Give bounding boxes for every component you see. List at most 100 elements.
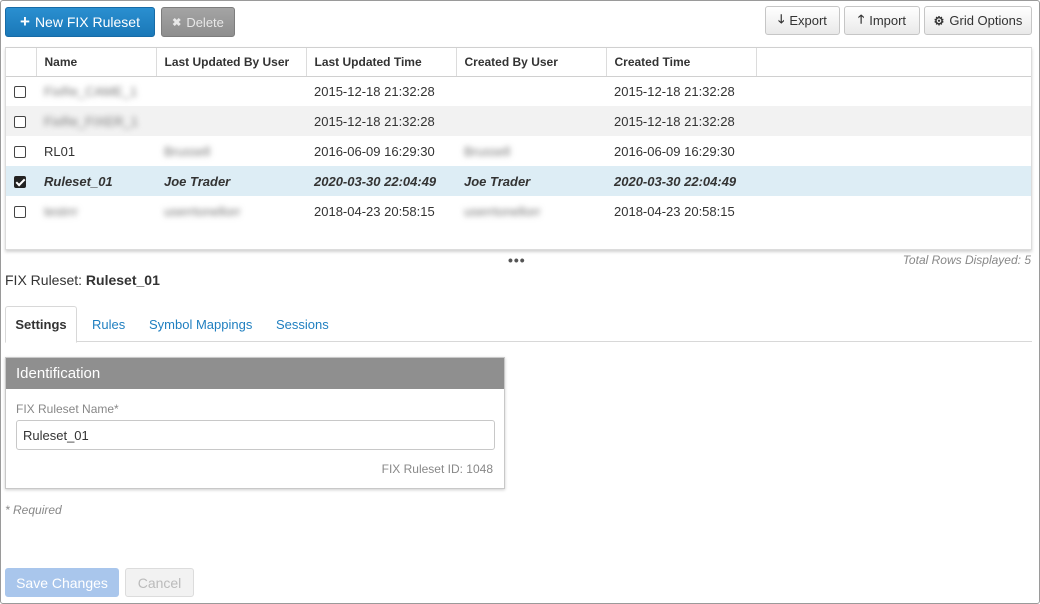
cell-last-updated-time-text: 2015-12-18 21:32:28 [314, 113, 435, 129]
ruleset-name-label: FIX Ruleset Name* [16, 402, 119, 416]
table-row[interactable]: FixRe_CAME_1 2015-12-18 21:32:28 2015-12-1… [6, 76, 1031, 106]
header-last-updated-by[interactable]: Last Updated By User [156, 48, 307, 77]
cell-last-updated-time-text: 2018-04-23 20:58:15 [314, 203, 435, 219]
row-select-cell [6, 166, 36, 196]
cell-created-by [456, 76, 606, 106]
cell-last-updated-by-text: Brussell [164, 143, 211, 159]
title-ruleset-name: Ruleset_01 [85, 272, 160, 288]
row-checkbox[interactable] [14, 206, 26, 219]
row-checkbox[interactable] [14, 116, 26, 129]
ruleset-name-input[interactable] [16, 420, 495, 450]
cell-last-updated-time-text: 2016-06-09 16:29:30 [314, 143, 435, 159]
cell-created-time-text: 2015-12-18 21:32:28 [614, 113, 735, 129]
cell-created-time: 2016-06-09 16:29:30 [606, 136, 756, 166]
tab-sessions[interactable]: Sessions [276, 306, 329, 342]
cell-last-updated-time: 2016-06-09 16:29:30 [306, 136, 456, 166]
cell-last-updated-by [156, 106, 306, 136]
table-row[interactable]: testrrr userrtonellorr 2018-04-23 20:58:15… [6, 196, 1031, 226]
export-button[interactable]: 🡓 Export [765, 6, 840, 35]
required-note: * Required [5, 503, 62, 517]
row-select-cell [6, 196, 36, 226]
cell-filler [756, 196, 1031, 226]
header-name[interactable]: Name [36, 48, 157, 77]
table-row[interactable]: RL01 Brussell 2016-06-09 16:29:30 Brussell 2… [6, 136, 1031, 166]
cell-name: FixRe_FIXER_1 [36, 106, 156, 136]
more-indicator[interactable]: ••• [508, 252, 526, 268]
ruleset-id-text: FIX Ruleset ID: 1048 [381, 462, 493, 476]
cell-filler [756, 76, 1031, 106]
cancel-button[interactable]: Cancel [125, 568, 194, 597]
cell-last-updated-time-text: 2015-12-18 21:32:28 [314, 83, 435, 99]
cell-name: RL01 [36, 136, 156, 166]
row-select-cell [6, 106, 36, 136]
cell-last-updated-time-text: 2020-03-30 22:04:49 [314, 173, 437, 189]
header-created-time[interactable]: Created Time [606, 48, 757, 77]
rulesets-table: Name Last Updated By User Last Updated T… [6, 48, 1031, 226]
cell-created-by [456, 106, 606, 136]
table-row[interactable]: FixRe_FIXER_1 2015-12-18 21:32:28 2015-12-… [6, 106, 1031, 136]
cell-last-updated-by: Joe Trader [156, 166, 306, 196]
cell-created-by: Joe Trader [456, 166, 606, 196]
cell-name-text: RL01 [44, 143, 76, 159]
cell-filler [756, 166, 1031, 196]
grid-options-button[interactable]: ⚙ Grid Options [924, 6, 1032, 35]
cell-created-time-text: 2020-03-30 22:04:49 [614, 173, 737, 189]
cell-name: testrrr [36, 196, 156, 226]
arrow-up-icon: 🡑 [857, 12, 865, 26]
cell-last-updated-time: 2015-12-18 21:32:28 [306, 106, 456, 136]
cell-created-time-text: 2015-12-18 21:32:28 [614, 83, 735, 99]
cell-created-by-text: userrtonellorr [464, 203, 541, 219]
new-fix-ruleset-button[interactable]: + New FIX Ruleset [5, 7, 155, 37]
cell-created-by: Brussell [456, 136, 606, 166]
cell-name-text: Ruleset_01 [44, 173, 113, 189]
tab-rules[interactable]: Rules [92, 306, 125, 342]
header-created-by[interactable]: Created By User [456, 48, 607, 77]
cell-created-time: 2020-03-30 22:04:49 [606, 166, 756, 196]
table-header-row: Name Last Updated By User Last Updated T… [6, 48, 1031, 77]
cell-created-time: 2018-04-23 20:58:15 [606, 196, 756, 226]
cell-name-text: testrrr [44, 203, 78, 219]
cell-last-updated-time: 2020-03-30 22:04:49 [306, 166, 456, 196]
rulesets-grid: Name Last Updated By User Last Updated T… [5, 47, 1032, 250]
row-select-cell [6, 76, 36, 106]
cell-last-updated-by: Brussell [156, 136, 306, 166]
cell-name-text: FixRe_CAME_1 [44, 83, 138, 99]
new-fix-ruleset-label: New FIX Ruleset [34, 14, 140, 30]
cell-name: FixRe_CAME_1 [36, 76, 156, 106]
import-label: Import [869, 13, 907, 28]
detail-tabs: Settings Rules Symbol Mappings Sessions [5, 306, 1032, 343]
plus-icon: + [20, 11, 30, 31]
table-row[interactable]: Ruleset_01 Joe Trader 2020-03-30 22:04:49 J… [6, 166, 1031, 196]
save-changes-button[interactable]: Save Changes [5, 568, 119, 597]
row-checkbox[interactable] [14, 146, 26, 159]
cell-created-by-text: Brussell [464, 143, 511, 159]
cell-last-updated-by-text: userrtonellorr [164, 203, 241, 219]
delete-label: Delete [186, 14, 224, 30]
row-checkbox[interactable] [14, 86, 26, 99]
total-rows-text: Total Rows Displayed: 5 [902, 253, 1031, 267]
cell-name: Ruleset_01 [36, 166, 156, 196]
cell-created-time: 2015-12-18 21:32:28 [606, 76, 756, 106]
close-icon: ✖ [172, 16, 182, 29]
title-prefix: FIX Ruleset: [5, 272, 83, 288]
import-button[interactable]: 🡑 Import [844, 6, 920, 35]
cell-filler [756, 106, 1031, 136]
row-select-cell [6, 136, 36, 166]
cell-last-updated-time: 2018-04-23 20:58:15 [306, 196, 456, 226]
header-last-updated-time[interactable]: Last Updated Time [306, 48, 457, 77]
cell-created-time: 2015-12-18 21:32:28 [606, 106, 756, 136]
delete-button[interactable]: ✖ Delete [161, 7, 235, 37]
cell-created-time-text: 2018-04-23 20:58:15 [614, 203, 735, 219]
grid-options-label: Grid Options [949, 13, 1023, 28]
cell-created-by-text: Joe Trader [464, 173, 531, 189]
cell-last-updated-by [156, 76, 306, 106]
row-checkbox[interactable] [14, 176, 26, 189]
tab-settings[interactable]: Settings [5, 306, 77, 343]
header-filler [756, 48, 1031, 77]
cell-last-updated-time: 2015-12-18 21:32:28 [306, 76, 456, 106]
identification-header: Identification [6, 358, 504, 389]
tab-symbol-mappings[interactable]: Symbol Mappings [149, 306, 252, 342]
cell-last-updated-by-text: Joe Trader [164, 173, 231, 189]
cell-created-time-text: 2016-06-09 16:29:30 [614, 143, 735, 159]
export-label: Export [789, 13, 827, 28]
